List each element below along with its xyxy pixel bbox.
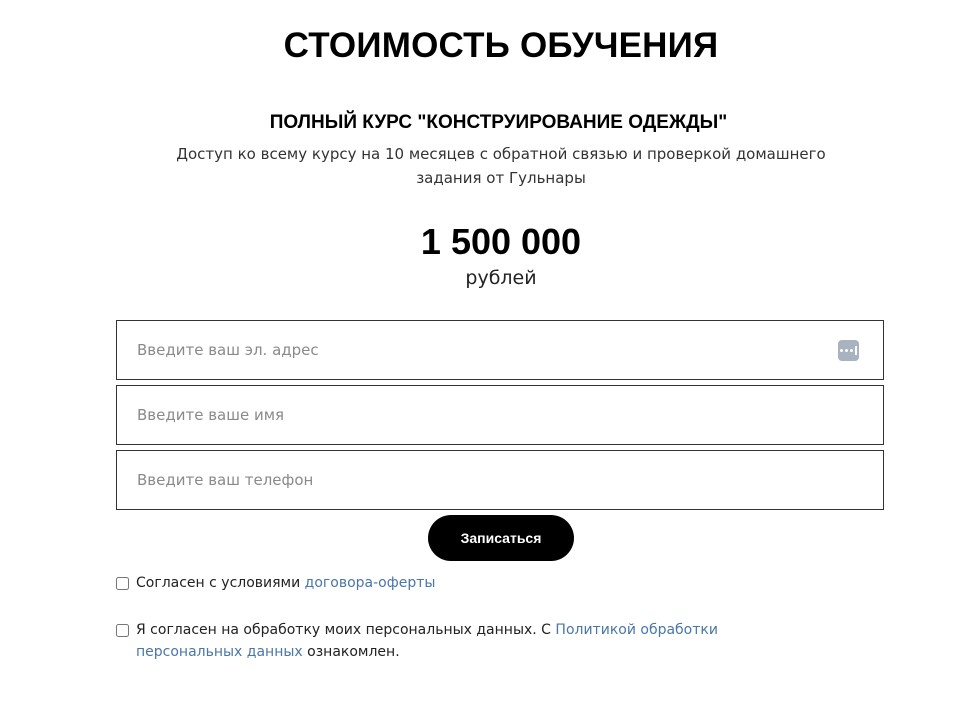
autofill-dot <box>840 349 844 352</box>
submit-button[interactable]: Записаться <box>428 515 574 561</box>
phone-field[interactable] <box>117 451 883 509</box>
name-field[interactable] <box>117 386 883 444</box>
course-description: Доступ ко всему курсу на 10 месяцев с об… <box>176 145 826 187</box>
course-title: ПОЛНЫЙ КУРС "КОНСТРУИРОВАНИЕ ОДЕЖДЫ" <box>269 112 728 133</box>
autofill-cursor <box>855 346 857 355</box>
email-field-wrapper <box>116 320 884 380</box>
consent-personal-text-after: ознакомлен. <box>302 644 400 660</box>
price-currency: рублей <box>465 267 537 289</box>
consent-personal-row: Я согласен на обработку моих персональны… <box>116 622 796 663</box>
page-title: СТОИМОСТЬ ОБУЧЕНИЯ <box>283 26 719 65</box>
autofill-dot <box>850 349 854 352</box>
phone-field-wrapper <box>116 450 884 510</box>
consent-personal-checkbox[interactable] <box>116 624 129 637</box>
consent-offer-label: Согласен с условиями договора-оферты <box>136 572 435 594</box>
autofill-dot <box>845 349 849 352</box>
consent-offer-checkbox[interactable] <box>116 577 129 590</box>
consent-offer-row: Согласен с условиями договора-оферты <box>116 575 435 594</box>
consent-personal-text-before: Я согласен на обработку моих персональны… <box>136 622 556 638</box>
email-field[interactable] <box>117 321 883 379</box>
consent-offer-text: Согласен с условиями <box>136 575 305 591</box>
consent-personal-label: Я согласен на обработку моих персональны… <box>136 619 796 663</box>
price-amount: 1 500 000 <box>420 221 582 262</box>
name-field-wrapper <box>116 385 884 445</box>
password-manager-icon[interactable] <box>838 340 859 361</box>
offer-contract-link[interactable]: договора-оферты <box>305 575 436 591</box>
